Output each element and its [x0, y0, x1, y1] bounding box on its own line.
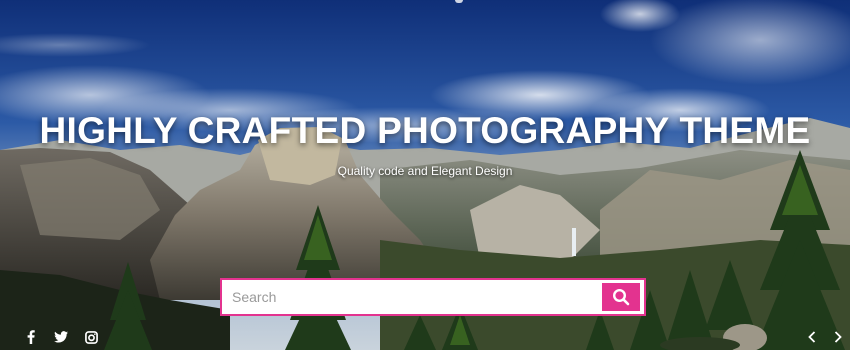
search-bar	[220, 278, 646, 316]
search-icon	[612, 288, 630, 306]
chevron-left-icon	[808, 331, 816, 343]
hero-tagline: Quality code and Elegant Design	[337, 164, 513, 178]
twitter-icon[interactable]	[54, 330, 68, 344]
search-button[interactable]	[602, 283, 640, 311]
search-input[interactable]	[222, 282, 602, 312]
slider-next-button[interactable]	[832, 330, 844, 344]
slider-controls	[806, 330, 844, 344]
facebook-icon[interactable]	[24, 330, 38, 344]
hero-headline: HIGHLY CRAFTED PHOTOGRAPHY THEME	[39, 110, 811, 151]
social-links	[24, 330, 98, 344]
instagram-icon[interactable]	[84, 330, 98, 344]
slider-prev-button[interactable]	[806, 330, 818, 344]
hero-section: HIGHLY CRAFTED PHOTOGRAPHY THEME Quality…	[0, 0, 850, 350]
chevron-right-icon	[834, 331, 842, 343]
